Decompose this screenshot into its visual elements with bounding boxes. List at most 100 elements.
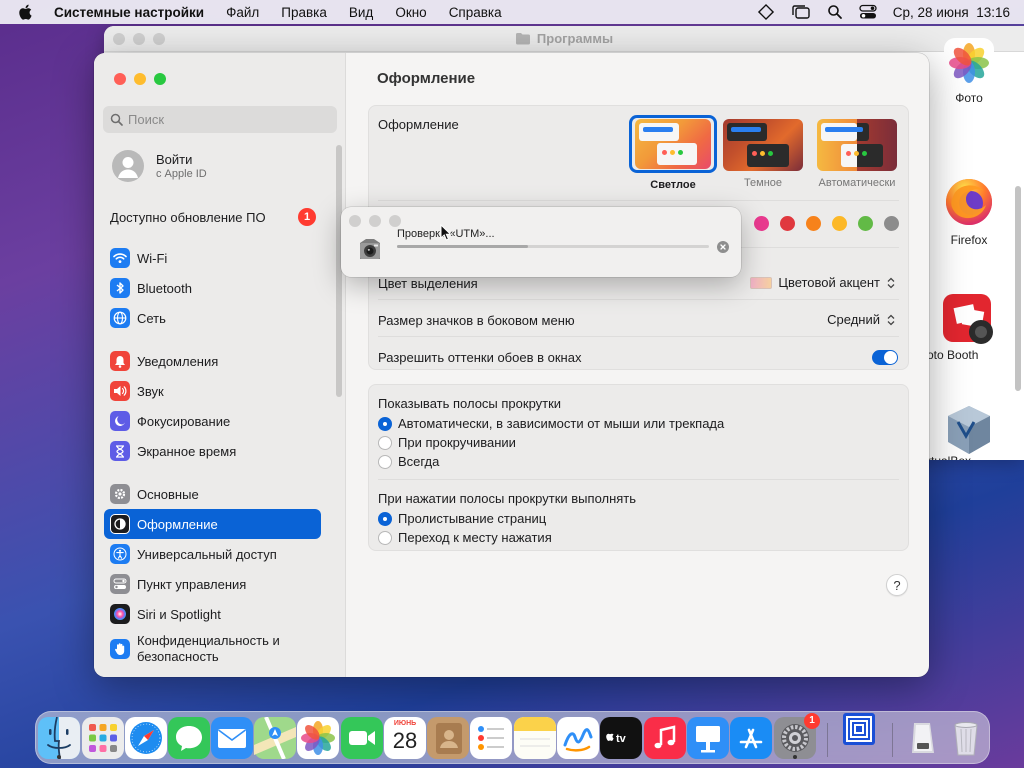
dock-messages[interactable]: [168, 717, 210, 759]
dock-safari[interactable]: [125, 717, 167, 759]
windows-status-icon[interactable]: [791, 4, 811, 20]
theme-auto-label: Автоматически: [818, 177, 896, 189]
search-input[interactable]: [128, 112, 328, 127]
sidebar-item-sound[interactable]: Звук: [104, 376, 321, 406]
radio-button[interactable]: [378, 530, 392, 545]
minimize-button[interactable]: [134, 73, 146, 85]
dialog-close-button[interactable]: [349, 215, 361, 227]
accent-swatch-green[interactable]: [858, 216, 873, 231]
help-button[interactable]: ?: [886, 574, 908, 596]
dock-trash[interactable]: [945, 717, 987, 759]
sidebar-item-appearance[interactable]: Оформление: [104, 509, 321, 539]
dock-facetime[interactable]: [341, 717, 383, 759]
sidebar-item-focus[interactable]: Фокусирование: [104, 406, 321, 436]
scrollbar-option-scrolling[interactable]: При прокручивании: [378, 435, 516, 450]
dock-calendar[interactable]: ИЮНЬ 28: [384, 717, 426, 759]
dock-system-settings[interactable]: 1: [774, 713, 820, 759]
diamond-status-icon[interactable]: [757, 3, 775, 21]
radio-button[interactable]: [378, 435, 392, 450]
menu-view[interactable]: Вид: [349, 5, 373, 20]
finder-app-photos[interactable]: Фото: [919, 38, 1019, 105]
dock-apple-tv[interactable]: tv: [600, 717, 642, 759]
dock-launchpad[interactable]: [82, 717, 124, 759]
dock-app-store[interactable]: [730, 717, 772, 759]
theme-dark-option[interactable]: Темное: [719, 119, 807, 189]
scrollbar-option-auto[interactable]: Автоматически, в зависимости от мыши или…: [378, 416, 724, 431]
radio-button[interactable]: [378, 454, 392, 469]
sidebar-icon-size-select[interactable]: Средний: [827, 312, 896, 327]
finder-app-photo-booth[interactable]: oto Booth: [919, 292, 1019, 362]
search-field[interactable]: [103, 106, 337, 133]
theme-light-option[interactable]: Светлое: [629, 115, 717, 191]
finder-app-virtualbox[interactable]: rtualBox: [919, 402, 1019, 460]
finder-app-firefox[interactable]: Firefox: [919, 177, 1019, 247]
sidebar-item-bluetooth[interactable]: Bluetooth: [104, 273, 321, 303]
highlight-color-select[interactable]: Цветовой акцент: [750, 275, 896, 290]
bell-icon: [110, 351, 130, 371]
wallpaper-tint-toggle[interactable]: [872, 350, 898, 365]
dock-music[interactable]: [644, 717, 686, 759]
menu-clock[interactable]: Ср, 28 июня 13:16: [893, 5, 1010, 20]
sidebar-item-screen-time[interactable]: Экранное время: [104, 436, 321, 466]
page-title: Оформление: [377, 70, 476, 87]
sidebar-item-general[interactable]: Основные: [104, 479, 321, 509]
accent-swatch-red[interactable]: [780, 216, 795, 231]
menu-window[interactable]: Окно: [395, 5, 426, 20]
sidebar-icon-size-value: Средний: [827, 312, 880, 327]
radio-button[interactable]: [378, 511, 392, 526]
finder-scrollbar[interactable]: [1015, 186, 1021, 391]
scrollbar-option-always[interactable]: Всегда: [378, 454, 439, 469]
dock-keynote[interactable]: [687, 717, 729, 759]
dock-separator: [827, 723, 828, 757]
click-option-jump-to-spot[interactable]: Переход к месту нажатия: [378, 530, 552, 545]
menu-edit[interactable]: Правка: [281, 5, 327, 20]
sidebar-item-control-center[interactable]: Пункт управления: [104, 569, 321, 599]
sidebar-item-wifi[interactable]: Wi-Fi: [104, 243, 321, 273]
software-update-item[interactable]: Доступно обновление ПО 1: [110, 208, 316, 226]
click-option-next-page[interactable]: Пролистывание страниц: [378, 511, 546, 526]
dock-reminders[interactable]: [470, 717, 512, 759]
accent-swatch-graphite[interactable]: [884, 216, 899, 231]
sidebar-item-siri-spotlight[interactable]: Siri и Spotlight: [104, 599, 321, 629]
dock-contacts[interactable]: [427, 717, 469, 759]
theme-auto-option[interactable]: Автоматически: [813, 119, 901, 189]
accent-swatch-pink[interactable]: [754, 216, 769, 231]
menu-app-name[interactable]: Системные настройки: [54, 5, 204, 20]
accent-swatch-orange[interactable]: [806, 216, 821, 231]
dock-downloads[interactable]: [902, 717, 944, 759]
dock-freeform[interactable]: [557, 717, 599, 759]
dock-photos[interactable]: [297, 717, 339, 759]
control-center-icon[interactable]: [859, 4, 877, 20]
highlight-color-swatch: [750, 276, 773, 289]
spotlight-search-icon[interactable]: [827, 4, 843, 20]
apple-menu-icon[interactable]: [16, 2, 36, 22]
contacts-icon: [427, 717, 469, 759]
sidebar-item-notifications[interactable]: Уведомления: [104, 346, 321, 376]
dock-maps[interactable]: [254, 716, 296, 760]
sidebar-item-privacy-security[interactable]: Конфиденциальность и безопасность: [104, 631, 321, 667]
accent-swatch-yellow[interactable]: [832, 216, 847, 231]
dock-mail[interactable]: [211, 717, 253, 759]
settings-badge: 1: [804, 713, 820, 729]
dialog-minimize-button[interactable]: [369, 215, 381, 227]
dock-utm[interactable]: [838, 708, 880, 750]
system-settings-window: Войти с Apple ID Доступно обновление ПО …: [94, 53, 929, 677]
close-button[interactable]: [114, 73, 126, 85]
dialog-zoom-button[interactable]: [389, 215, 401, 227]
wallpaper-tint-label: Разрешить оттенки обоев в окнах: [378, 350, 582, 365]
mouse-cursor-icon: [440, 224, 452, 241]
sidebar-item-accessibility[interactable]: Универсальный доступ: [104, 539, 321, 569]
apple-id-signin[interactable]: Войти с Apple ID: [112, 150, 207, 182]
hand-icon: [110, 639, 130, 659]
zoom-button[interactable]: [154, 73, 166, 85]
menu-file[interactable]: Файл: [226, 5, 259, 20]
dock-finder[interactable]: [38, 716, 80, 760]
sidebar-item-label: Звук: [137, 383, 164, 399]
signin-sublabel: с Apple ID: [156, 168, 207, 180]
dock-notes[interactable]: [514, 717, 556, 759]
speaker-icon: [110, 381, 130, 401]
menu-help[interactable]: Справка: [449, 5, 502, 20]
sidebar-item-network[interactable]: Сеть: [104, 303, 321, 333]
cancel-verification-button[interactable]: [717, 241, 729, 253]
radio-button[interactable]: [378, 416, 392, 431]
